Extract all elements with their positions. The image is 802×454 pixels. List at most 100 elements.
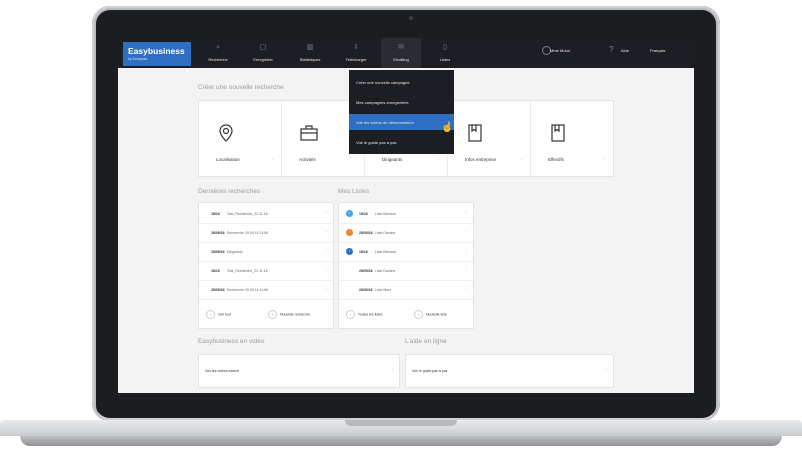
recent-row[interactable]: 18/16 Test_Recherche_22.11.16 › xyxy=(199,205,333,224)
chevron-right-icon: › xyxy=(465,267,467,273)
help-link[interactable]: Aide xyxy=(621,48,629,53)
list-row[interactable]: ✓ 18/16 Liste Bernard › xyxy=(339,205,473,224)
button-label: Nouvelle liste xyxy=(426,312,447,317)
laptop-base xyxy=(0,420,802,454)
document-icon xyxy=(551,124,565,142)
dd-label: Mes campagnes enregistrées xyxy=(356,100,409,105)
dd-saved-campaigns[interactable]: Mes campagnes enregistrées xyxy=(349,94,454,110)
chevron-right-icon: › xyxy=(465,229,467,235)
app-screen: Easybusiness by Kompass ⌕ Recherche ▢ En… xyxy=(118,38,694,393)
nav-statistiques[interactable]: ▥ Statistiques xyxy=(290,38,330,68)
row-date: 28/09/16 xyxy=(359,269,373,273)
row-date: 18/16 xyxy=(211,212,220,216)
list-row[interactable]: 28/09/16 Liste Darsine › xyxy=(339,262,473,281)
list-badge-icon: ✓ xyxy=(346,210,353,217)
recent-row[interactable]: 28/09/16 Dirigeants › xyxy=(199,243,333,262)
guide-link[interactable]: Voir le guide pas à pas xyxy=(412,369,447,373)
list-row[interactable]: 28/09/16 Liste Mars › xyxy=(339,281,473,300)
video-section-title: Easybusiness en vidéo xyxy=(198,338,265,345)
row-date: 18/16 xyxy=(359,212,368,216)
chevron-right-icon: › xyxy=(354,157,356,163)
card-effectifs[interactable]: Effectifs › xyxy=(531,101,613,176)
nav-label: Recherche xyxy=(208,57,228,62)
chevron-right-icon: › xyxy=(465,286,467,292)
language-selector[interactable]: Français xyxy=(650,48,665,53)
video-panel[interactable]: Voir les vidéos tutoriel › xyxy=(198,354,400,388)
recent-row[interactable]: 28/09/16 Recherche 29.09.16 11:56 › xyxy=(199,224,333,243)
card-label: Effectifs xyxy=(548,157,564,162)
video-link[interactable]: Voir les vidéos tutoriel xyxy=(205,369,239,373)
plus-icon: + xyxy=(268,310,277,319)
button-label: Voir tout xyxy=(218,312,231,317)
row-date: 28/09/16 xyxy=(211,250,225,254)
brand-subtitle: by Kompass xyxy=(128,57,148,61)
chevron-right-icon: › xyxy=(465,210,467,216)
nav-enregistrer[interactable]: ▢ Enregistrer xyxy=(243,38,283,68)
chevron-right-icon: › xyxy=(325,229,327,235)
row-date: 28/09/16 xyxy=(359,231,373,235)
nav-label: Télécharger xyxy=(345,57,367,62)
dd-demo-videos[interactable]: Voir les vidéos de démonstration xyxy=(349,114,454,130)
recent-searches-title: Dernières recherches xyxy=(198,188,261,195)
dd-label: Créer une nouvelle campagne xyxy=(356,80,410,85)
list-row[interactable]: • 18/16 Liste Bernard › xyxy=(339,243,473,262)
card-label: Infos entreprise xyxy=(465,157,497,162)
new-search-button[interactable]: + Nouvelle recherche xyxy=(268,310,310,319)
nav-telecharger[interactable]: ⇩ Télécharger xyxy=(336,38,376,68)
row-text: Recherche 29.09.16 11:56 xyxy=(227,231,268,235)
help-panel[interactable]: Voir le guide pas à pas › xyxy=(405,354,614,388)
row-date: 28/09/16 xyxy=(359,288,373,292)
chevron-right-icon: › xyxy=(437,157,439,163)
button-label: Toutes les listes xyxy=(358,312,383,317)
view-all-searches-button[interactable]: › Voir tout xyxy=(206,310,231,319)
button-label: Nouvelle recherche xyxy=(280,312,311,317)
row-text: Dirigeants xyxy=(227,250,243,254)
card-infos-entreprise[interactable]: Infos entreprise › xyxy=(448,101,531,176)
chevron-right-icon: › xyxy=(391,367,393,373)
all-lists-button[interactable]: › Toutes les listes xyxy=(346,310,383,319)
arrow-icon: › xyxy=(206,310,215,319)
new-search-title: Créer une nouvelle recherche xyxy=(198,84,284,91)
row-date: 28/09/16 xyxy=(211,288,225,292)
list-row[interactable]: ! 28/09/16 Liste Darsine › xyxy=(339,224,473,243)
row-text: Test_Recherche_22.11.16 xyxy=(227,269,268,273)
base-notch xyxy=(345,420,457,426)
help-section-title: L'aide en ligne xyxy=(405,338,447,345)
nav-label: Emailing xyxy=(393,57,409,62)
row-text: Recherche 29.09.16 11:56 xyxy=(227,288,268,292)
mouse-cursor-icon: ☝ xyxy=(441,122,454,133)
chevron-right-icon: › xyxy=(325,267,327,273)
row-text: Liste Mars xyxy=(375,288,392,292)
dd-create-campaign[interactable]: Créer une nouvelle campagne xyxy=(349,74,454,90)
nav-emailing[interactable]: ✉ Emailing xyxy=(381,38,421,68)
row-text: Liste Darsine xyxy=(375,231,396,235)
nav-label: Statistiques xyxy=(299,57,321,62)
my-lists-title: Mes Listes xyxy=(338,188,370,195)
new-list-button[interactable]: + Nouvelle liste xyxy=(414,310,447,319)
nav-listes[interactable]: ▯ Listes xyxy=(425,38,465,68)
briefcase-icon xyxy=(300,125,318,141)
recent-row[interactable]: 18/16 Test_Recherche_22.11.16 › xyxy=(199,262,333,281)
brand-name: Easybusiness xyxy=(128,46,185,56)
help-icon[interactable]: ? xyxy=(609,45,613,54)
chevron-right-icon: › xyxy=(603,157,605,163)
emailing-dropdown-menu: Créer une nouvelle campagne Mes campagne… xyxy=(349,70,454,154)
card-localisation[interactable]: Localisation › xyxy=(199,101,282,176)
list-badge-icon: • xyxy=(346,248,353,255)
row-text: Liste Darsine xyxy=(375,269,396,273)
chevron-right-icon: › xyxy=(325,248,327,254)
recent-row[interactable]: 28/09/16 Recherche 29.09.16 11:56 › xyxy=(199,281,333,300)
user-name[interactable]: Mme Motor xyxy=(550,48,570,53)
arrow-icon: › xyxy=(346,310,355,319)
chevron-right-icon: › xyxy=(465,248,467,254)
list-badge-icon: ! xyxy=(346,229,353,236)
chart-icon: ▥ xyxy=(306,44,314,51)
search-icon: ⌕ xyxy=(216,44,220,51)
nav-recherche[interactable]: ⌕ Recherche xyxy=(198,38,238,68)
dd-label: Voir le guide pas à pas xyxy=(356,140,397,145)
chevron-right-icon: › xyxy=(325,286,327,292)
brand-logo[interactable]: Easybusiness by Kompass xyxy=(123,42,191,66)
dd-guide[interactable]: Voir le guide pas à pas xyxy=(349,134,454,150)
base-bottom xyxy=(20,436,782,446)
location-pin-icon xyxy=(219,124,233,142)
